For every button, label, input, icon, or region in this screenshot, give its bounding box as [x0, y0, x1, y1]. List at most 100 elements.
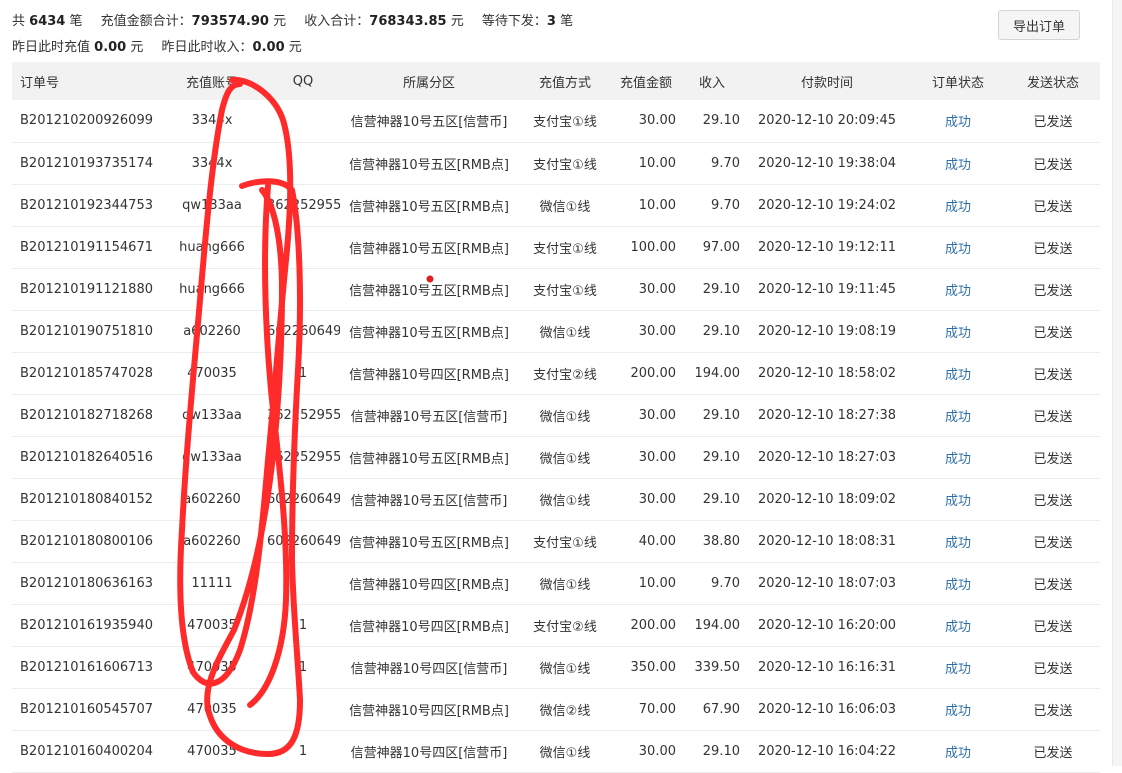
- cell-pay-method: 微信①线: [539, 577, 591, 593]
- cell-order-no: B201210180800106: [20, 533, 153, 549]
- cell-income: 38.80: [702, 533, 740, 549]
- cell-server-zone: 信营神器10号五区[信营币]: [350, 409, 508, 425]
- cell-recharge-account: 470035: [187, 659, 237, 675]
- cell-order-status[interactable]: 成功: [910, 268, 1006, 310]
- table-row[interactable]: B201210180800106 a602260 602260649 信营神器10号五…: [12, 520, 1100, 562]
- cell-recharge-amount: 30.00: [638, 491, 676, 507]
- cell-recharge-account: 3344x: [191, 113, 233, 129]
- cell-pay-time: 2020-12-10 18:27:38: [757, 407, 897, 423]
- table-row[interactable]: B201210161935940 470035 1 信营神器10号四区[RMB点] 支付…: [12, 604, 1100, 646]
- cell-pay-time: 2020-12-10 18:08:31: [757, 533, 897, 549]
- cell-qq: [266, 226, 340, 268]
- cell-income: 29.10: [702, 491, 740, 507]
- column-header-qq: QQ: [292, 73, 314, 89]
- cell-recharge-account: a602260: [183, 533, 241, 549]
- cell-pay-method: 微信②线: [539, 703, 591, 719]
- cell-pay-method: 支付宝②线: [533, 619, 597, 635]
- cell-recharge-amount: 10.00: [638, 575, 676, 591]
- cell-income: 9.70: [711, 197, 740, 213]
- cell-server-zone: 信营神器10号四区[RMB点]: [349, 577, 509, 593]
- cell-order-no: B201210185747028: [20, 365, 153, 381]
- cell-order-no: B201210180636163: [20, 575, 153, 591]
- cell-qq: 602260649: [267, 323, 340, 339]
- cell-order-no: B201210161606713: [20, 659, 153, 675]
- cell-recharge-account: qw133aa: [182, 197, 242, 213]
- cell-order-no: B201210192344753: [20, 197, 153, 213]
- cell-pay-time: 2020-12-10 19:11:45: [757, 281, 897, 297]
- cell-order-status[interactable]: 成功: [910, 352, 1006, 394]
- cell-order-status[interactable]: 成功: [910, 184, 1006, 226]
- export-orders-button[interactable]: 导出订单: [998, 10, 1080, 40]
- table-row[interactable]: B201210190751810 a602260 602260649 信营神器10号五…: [12, 310, 1100, 352]
- cell-order-status[interactable]: 成功: [910, 646, 1006, 688]
- table-row[interactable]: B201210192344753 qw133aa 362252955 信营神器10号五…: [12, 184, 1100, 226]
- cell-send-status: 已发送: [1033, 283, 1073, 299]
- yesterday-income: 0.00: [252, 40, 285, 55]
- cell-server-zone: 信营神器10号五区[RMB点]: [349, 199, 509, 215]
- cell-order-status[interactable]: 成功: [910, 478, 1006, 520]
- cell-qq: 1: [298, 365, 308, 381]
- cell-pay-method: 支付宝①线: [533, 241, 597, 257]
- cell-order-status[interactable]: 成功: [910, 562, 1006, 604]
- cell-pay-method: 微信①线: [539, 325, 591, 341]
- cell-send-status: 已发送: [1033, 241, 1073, 257]
- cell-pay-time: 2020-12-10 19:24:02: [757, 197, 897, 213]
- cell-pay-time: 2020-12-10 18:09:02: [757, 491, 897, 507]
- cell-income: 339.50: [694, 659, 741, 675]
- table-row[interactable]: B201210180840152 a602260 602260649 信营神器10号五…: [12, 478, 1100, 520]
- cell-pay-method: 微信①线: [539, 199, 591, 215]
- table-row[interactable]: B201210191121880 huang666 信营神器10号五区[RMB点] 支…: [12, 268, 1100, 310]
- cell-order-status[interactable]: 成功: [910, 226, 1006, 268]
- cell-order-status[interactable]: 成功: [910, 394, 1006, 436]
- total-count: 6434: [29, 14, 66, 29]
- cell-send-status: 已发送: [1033, 325, 1073, 341]
- cell-qq: [266, 268, 340, 310]
- column-header-order-status: 订单状态: [931, 75, 984, 91]
- cell-order-status[interactable]: 成功: [910, 604, 1006, 646]
- cell-recharge-account: 470035: [187, 617, 237, 633]
- cell-qq: 1: [298, 617, 308, 633]
- cell-order-status[interactable]: 成功: [910, 436, 1006, 478]
- cell-pay-time: 2020-12-10 18:07:03: [757, 575, 897, 591]
- recharge-total: 793574.90: [191, 14, 269, 29]
- orders-table: 订单号 充值账号 QQ 所属分区 充值方式 充值金额 收入 付款时间 订单状态 发送状态 B201…: [12, 62, 1100, 773]
- column-header-income: 收入: [698, 75, 725, 91]
- cell-order-status[interactable]: 成功: [910, 310, 1006, 352]
- table-row[interactable]: B201210191154671 huang666 信营神器10号五区[RMB点] 支…: [12, 226, 1100, 268]
- column-header-recharge-amount: 充值金额: [619, 75, 672, 91]
- cell-pay-time: 2020-12-10 18:27:03: [757, 449, 897, 465]
- column-header-recharge-account: 充值账号: [185, 75, 238, 91]
- cell-order-status[interactable]: 成功: [910, 142, 1006, 184]
- table-row[interactable]: B201210182640516 qw133aa 362252955 信营神器10号五…: [12, 436, 1100, 478]
- table-row[interactable]: B201210180636163 11111 信营神器10号四区[RMB点] 微信①线…: [12, 562, 1100, 604]
- cell-recharge-amount: 30.00: [638, 281, 676, 297]
- cell-order-status[interactable]: 成功: [910, 688, 1006, 730]
- cell-recharge-amount: 30.00: [638, 407, 676, 423]
- table-row[interactable]: B201210193735174 3344x 信营神器10号五区[RMB点] 支付宝①…: [12, 142, 1100, 184]
- cell-recharge-account: a602260: [183, 491, 241, 507]
- cell-qq: 602260649: [267, 491, 340, 507]
- cell-server-zone: 信营神器10号五区[信营币]: [350, 493, 508, 509]
- table-row[interactable]: B201210200926099 3344x 信营神器10号五区[信营币] 支付宝①线…: [12, 100, 1100, 142]
- cell-order-no: B201210180840152: [20, 491, 153, 507]
- cell-pay-time: 2020-12-10 16:06:03: [757, 701, 897, 717]
- cell-pay-time: 2020-12-10 20:09:45: [757, 113, 897, 129]
- vertical-scrollbar[interactable]: [1112, 0, 1122, 766]
- cell-order-status[interactable]: 成功: [910, 100, 1006, 142]
- cell-order-status[interactable]: 成功: [910, 520, 1006, 562]
- summary-line-1: 共 6434 笔 充值金额合计：793574.90 元 收入合计：768343.…: [12, 14, 574, 29]
- cell-send-status: 已发送: [1033, 577, 1073, 593]
- cell-qq: [266, 562, 340, 604]
- cell-recharge-amount: 30.00: [638, 323, 676, 339]
- cell-server-zone: 信营神器10号五区[信营币]: [350, 115, 508, 131]
- summary-line-2: 昨日此时充值 0.00 元 昨日此时收入：0.00 元: [12, 40, 302, 55]
- table-row[interactable]: B201210160545707 470035 信营神器10号四区[RMB点] 微信②…: [12, 688, 1100, 730]
- cell-qq: [266, 142, 340, 184]
- cell-order-no: B201210193735174: [20, 155, 153, 171]
- cell-server-zone: 信营神器10号五区[RMB点]: [349, 157, 509, 173]
- cell-recharge-account: huang666: [179, 239, 245, 255]
- table-row[interactable]: B201210161606713 470035 1 信营神器10号四区[信营币] 微信①…: [12, 646, 1100, 688]
- table-row[interactable]: B201210185747028 470035 1 信营神器10号四区[RMB点] 支付…: [12, 352, 1100, 394]
- income-total: 768343.85: [369, 14, 447, 29]
- table-row[interactable]: B201210182718268 qw133aa 362252955 信营神器10号五…: [12, 394, 1100, 436]
